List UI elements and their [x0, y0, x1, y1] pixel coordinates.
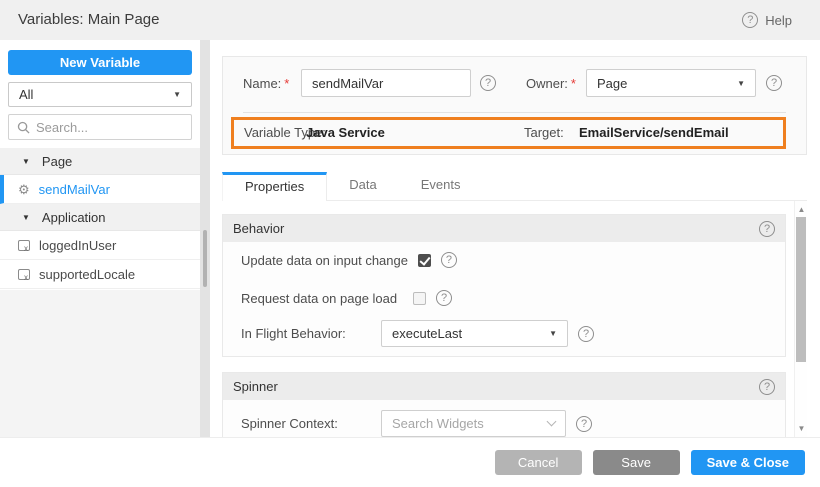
- help-button[interactable]: ? Help: [742, 0, 792, 40]
- owner-selected-value: Page: [597, 76, 737, 91]
- request-data-help-icon[interactable]: ?: [436, 290, 452, 306]
- spinner-context-row: Spinner Context: Search Widgets ?: [241, 410, 592, 437]
- update-data-checkbox[interactable]: [418, 254, 431, 267]
- target-value: EmailService/sendEmail: [579, 125, 729, 140]
- tree-group-application[interactable]: ▼ Application: [0, 204, 200, 231]
- variable-filter-select[interactable]: All ▼: [8, 82, 192, 107]
- scrollbar-thumb[interactable]: [796, 217, 806, 362]
- sidebar-scrollbar-thumb[interactable]: [203, 230, 207, 287]
- tree-item-sendmailvar[interactable]: ⚙ sendMailVar: [0, 175, 200, 204]
- tab-properties[interactable]: Properties: [222, 172, 327, 201]
- name-help-icon[interactable]: ?: [480, 75, 496, 91]
- in-flight-label: In Flight Behavior:: [241, 326, 371, 341]
- search-input[interactable]: Search...: [8, 114, 192, 140]
- owner-help-icon[interactable]: ?: [766, 75, 782, 91]
- model-variable-icon: [18, 240, 30, 251]
- search-placeholder: Search...: [36, 120, 88, 135]
- spinner-context-label: Spinner Context:: [241, 416, 371, 431]
- service-variable-icon: ⚙: [18, 183, 30, 196]
- name-label: Name:*: [243, 76, 289, 91]
- variable-editor: Name:* ? Owner:* Page ▼ ? Variable Type:…: [210, 40, 820, 437]
- properties-scrollbar[interactable]: ▲ ▼: [794, 201, 807, 437]
- update-data-label: Update data on input change: [241, 253, 408, 268]
- tree-group-page[interactable]: ▼ Page: [0, 148, 200, 175]
- tree-group-label: Page: [42, 154, 72, 169]
- in-flight-selected-value: executeLast: [392, 326, 549, 341]
- chevron-down-icon: ▼: [173, 90, 181, 99]
- tree-item-label: sendMailVar: [39, 182, 110, 197]
- editor-tabs: Properties Data Events: [222, 172, 807, 201]
- request-data-label: Request data on page load: [241, 291, 403, 306]
- search-icon: [17, 121, 30, 134]
- caret-down-icon: ▼: [22, 157, 30, 166]
- request-data-checkbox[interactable]: [413, 292, 426, 305]
- help-label: Help: [765, 13, 792, 28]
- owner-select[interactable]: Page ▼: [586, 69, 756, 97]
- cancel-button[interactable]: Cancel: [495, 450, 582, 475]
- filter-selected-value: All: [19, 87, 173, 102]
- help-icon: ?: [742, 12, 758, 28]
- tree-item-loggedinuser[interactable]: loggedInUser: [0, 231, 200, 260]
- variables-tree: ▼ Page ⚙ sendMailVar ▼ Application logge…: [0, 148, 200, 289]
- variables-sidebar: New Variable All ▼ Search... ▼ Page ⚙ se…: [0, 40, 200, 437]
- chevron-down-icon: ▼: [737, 79, 745, 88]
- behavior-section: Behavior ? Update data on input change ?…: [222, 214, 786, 357]
- properties-panel: Behavior ? Update data on input change ?…: [222, 201, 790, 437]
- page-title: Variables: Main Page: [18, 0, 159, 40]
- spinner-context-help-icon[interactable]: ?: [576, 416, 592, 432]
- variables-dialog: Variables: Main Page ? Help New Variable…: [0, 0, 820, 487]
- save-and-close-button[interactable]: Save & Close: [691, 450, 805, 475]
- owner-label: Owner:*: [526, 76, 576, 91]
- tab-events[interactable]: Events: [399, 172, 483, 200]
- sidebar-divider: [200, 40, 210, 437]
- spinner-context-placeholder: Search Widgets: [392, 416, 548, 431]
- request-data-row: Request data on page load ?: [241, 290, 452, 306]
- tree-item-label: loggedInUser: [39, 238, 116, 253]
- card-divider: [243, 112, 786, 113]
- required-asterisk: *: [571, 76, 576, 91]
- variable-summary-card: Name:* ? Owner:* Page ▼ ? Variable Type:…: [222, 56, 807, 155]
- spinner-title: Spinner: [233, 379, 759, 394]
- spinner-section-header: Spinner ?: [223, 373, 785, 400]
- behavior-help-icon[interactable]: ?: [759, 221, 775, 237]
- variable-type-highlight-box: Variable Type: Java Service Target: Emai…: [231, 117, 786, 149]
- name-field[interactable]: [301, 69, 471, 97]
- update-data-help-icon[interactable]: ?: [441, 252, 457, 268]
- dialog-footer: Cancel Save Save & Close: [0, 437, 820, 487]
- behavior-section-header: Behavior ?: [223, 215, 785, 242]
- spinner-section: Spinner ? Spinner Context: Search Widget…: [222, 372, 786, 437]
- tree-item-supportedlocale[interactable]: supportedLocale: [0, 260, 200, 289]
- scroll-up-icon[interactable]: ▲: [795, 203, 808, 216]
- dialog-header: Variables: Main Page ? Help: [0, 0, 820, 40]
- model-variable-icon: [18, 269, 30, 280]
- tab-data[interactable]: Data: [327, 172, 398, 200]
- in-flight-row: In Flight Behavior: executeLast ▼ ?: [241, 320, 594, 347]
- update-data-row: Update data on input change ?: [241, 252, 457, 268]
- tree-item-label: supportedLocale: [39, 267, 135, 282]
- target-label: Target:: [524, 125, 564, 140]
- tree-group-label: Application: [42, 210, 106, 225]
- save-button[interactable]: Save: [593, 450, 680, 475]
- caret-down-icon: ▼: [22, 213, 30, 222]
- in-flight-help-icon[interactable]: ?: [578, 326, 594, 342]
- chevron-down-icon: ▼: [549, 329, 557, 338]
- scroll-down-icon[interactable]: ▼: [795, 422, 808, 435]
- variable-type-value: Java Service: [306, 125, 385, 140]
- spinner-help-icon[interactable]: ?: [759, 379, 775, 395]
- spinner-context-select[interactable]: Search Widgets: [381, 410, 566, 437]
- required-asterisk: *: [284, 76, 289, 91]
- new-variable-button[interactable]: New Variable: [8, 50, 192, 75]
- behavior-title: Behavior: [233, 221, 759, 236]
- chevron-down-icon: [547, 417, 557, 427]
- in-flight-select[interactable]: executeLast ▼: [381, 320, 568, 347]
